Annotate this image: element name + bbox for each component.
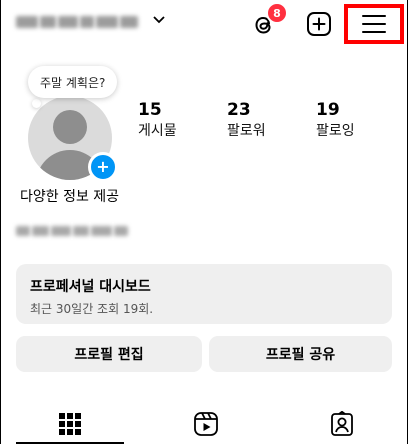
stat-followers-value: 23 bbox=[227, 100, 251, 120]
edit-profile-button[interactable]: 프로필 편집 bbox=[16, 336, 202, 372]
plus-square-icon bbox=[307, 12, 331, 36]
stat-followers-label: 팔로워 bbox=[227, 123, 266, 139]
dashboard-title: 프로페셔널 대시보드 bbox=[30, 279, 151, 295]
tab-reels[interactable] bbox=[192, 410, 220, 438]
stat-following-label: 팔로잉 bbox=[316, 123, 355, 139]
share-profile-button[interactable]: 프로필 공유 bbox=[209, 336, 392, 372]
stat-following[interactable]: 19 팔로잉 bbox=[316, 100, 355, 140]
stat-following-value: 19 bbox=[316, 100, 340, 120]
username-blurred[interactable] bbox=[16, 14, 146, 30]
dashboard-subtitle: 최근 30일간 조회 19회. bbox=[30, 302, 154, 316]
add-story-button[interactable]: + bbox=[88, 152, 118, 182]
stat-posts-label: 게시물 bbox=[138, 123, 177, 139]
tab-grid[interactable] bbox=[56, 410, 84, 438]
chevron-down-icon[interactable] bbox=[152, 11, 168, 29]
stat-posts-value: 15 bbox=[138, 100, 162, 120]
bio-blurred bbox=[16, 224, 128, 238]
reels-icon bbox=[194, 412, 218, 436]
menu-button[interactable] bbox=[344, 4, 404, 44]
stat-posts[interactable]: 15 게시물 bbox=[138, 100, 177, 140]
tagged-icon bbox=[331, 411, 353, 436]
note-bubble[interactable]: 주말 계획은? bbox=[28, 66, 118, 98]
create-button[interactable] bbox=[306, 11, 332, 37]
stat-followers[interactable]: 23 팔로워 bbox=[227, 100, 266, 140]
grid-icon bbox=[59, 413, 81, 435]
display-name: 다양한 정보 제공 bbox=[20, 189, 120, 205]
professional-dashboard-card[interactable]: 프로페셔널 대시보드 최근 30일간 조회 19회. bbox=[16, 264, 392, 324]
hamburger-menu-icon bbox=[362, 15, 386, 33]
left-border bbox=[0, 0, 1, 444]
note-tail bbox=[32, 99, 41, 108]
avatar-head-shape bbox=[53, 110, 87, 144]
notification-badge: 8 bbox=[266, 2, 288, 24]
tab-tagged[interactable] bbox=[328, 410, 356, 438]
